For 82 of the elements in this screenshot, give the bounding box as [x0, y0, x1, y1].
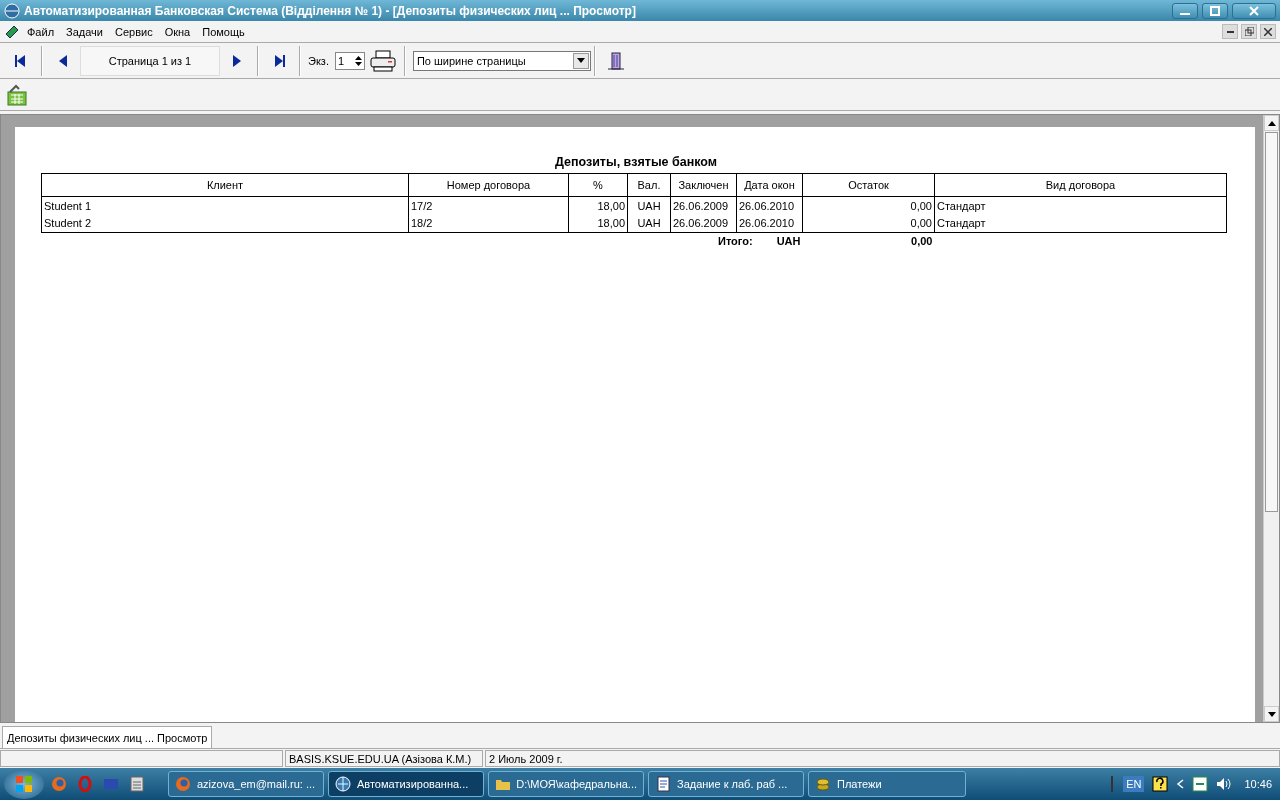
dropdown-arrow-icon	[576, 58, 585, 63]
browser-icon	[175, 776, 191, 792]
table-cell: 26.06.2009	[670, 214, 737, 233]
next-page-icon	[231, 53, 243, 68]
total-currency: UAH	[776, 235, 801, 247]
table-cell: 17/2	[408, 196, 569, 215]
column-header: Номер договора	[408, 173, 569, 197]
maximize-button[interactable]	[1202, 2, 1228, 19]
first-page-icon	[15, 53, 27, 68]
total-amount: 0,00	[802, 232, 935, 249]
help-icon[interactable]	[1152, 776, 1169, 792]
menu-item[interactable]: Задачи	[61, 25, 108, 38]
app-globe-icon	[4, 2, 20, 19]
menu-item[interactable]: Окна	[159, 25, 196, 38]
clock: 10:46	[1244, 778, 1272, 790]
status-panel: 2 Июль 2009 г.	[485, 750, 1280, 767]
menu-item[interactable]: Файл	[22, 25, 60, 38]
column-header: %	[568, 173, 628, 197]
minimize-icon	[1180, 12, 1190, 15]
table-cell: UAH	[627, 196, 671, 215]
restore-button[interactable]	[1241, 24, 1257, 39]
status-panel: BASIS.KSUE.EDU.UA (Азізова К.М.)	[285, 750, 483, 767]
table-cell: Стандарт	[934, 196, 1227, 215]
scroll-down-arrow-icon	[1267, 711, 1276, 717]
document-icon	[655, 776, 671, 792]
column-header: Клиент	[41, 173, 409, 197]
app-ticket-icon	[4, 23, 20, 40]
table-cell: 18/2	[408, 214, 569, 233]
close-icon	[1264, 27, 1272, 36]
table-cell: Student 1	[41, 196, 409, 215]
table-cell: Student 2	[41, 214, 409, 233]
close-icon	[1249, 5, 1259, 16]
taskbar-button[interactable]: D:\МОЯ\кафедральна...	[488, 771, 644, 797]
report-title: Депозиты, взятые банком	[553, 155, 719, 169]
close-button[interactable]	[1232, 2, 1276, 19]
language-indicator[interactable]: EN	[1123, 776, 1145, 792]
total-label: Итого:	[717, 235, 753, 247]
table-cell: Стандарт	[934, 214, 1227, 233]
door-icon	[606, 50, 625, 71]
column-header: Дата окон	[736, 173, 803, 197]
vertical-scrollbar[interactable]	[1263, 115, 1279, 722]
minimize-button[interactable]	[1172, 2, 1198, 19]
copies-label: Экз.	[308, 54, 329, 67]
printer-icon	[369, 49, 396, 72]
table-cell: 0,00	[802, 214, 935, 233]
window-title: Автоматизированная Банковская Система (Відділення № 1) - [Депозиты физических лиц ... Просмотр]	[24, 3, 637, 18]
taskbar-button[interactable]: Задание к лаб. раб ...	[648, 771, 804, 797]
minimize-button[interactable]	[1222, 24, 1238, 39]
page-indicator: Страница 1 из 1	[80, 45, 220, 76]
restore-icon	[1244, 27, 1254, 36]
previous-page-icon	[57, 53, 69, 68]
close-button[interactable]	[1260, 24, 1276, 39]
globe-icon	[335, 776, 351, 792]
chevron-icon[interactable]	[1176, 779, 1185, 789]
start-button[interactable]	[4, 769, 44, 799]
taskbar-button[interactable]: Автоматизированна...	[328, 771, 484, 797]
table-cell: 18,00	[568, 196, 628, 215]
table-cell: 18,00	[568, 214, 628, 233]
copies-spinner[interactable]: 1	[334, 51, 365, 70]
column-header: Остаток	[802, 173, 935, 197]
zoom-dropdown[interactable]: По ширине страницы	[412, 50, 591, 71]
table-cell: UAH	[627, 214, 671, 233]
column-header: Заключен	[670, 173, 737, 197]
menu-item[interactable]: Сервис	[110, 25, 158, 38]
taskbar-button[interactable]: Платежи	[808, 771, 966, 797]
column-header: Вал.	[627, 173, 671, 197]
table-cell: 26.06.2010	[736, 196, 803, 215]
maximize-icon	[1210, 5, 1220, 16]
speaker-icon[interactable]	[1216, 776, 1233, 792]
windows-logo-icon	[15, 775, 33, 793]
column-header: Вид договора	[934, 173, 1227, 197]
spreadsheet-icon	[6, 83, 28, 106]
table-cell: 26.06.2009	[670, 196, 737, 215]
last-page-icon	[273, 53, 285, 68]
menu-item[interactable]: Помощь	[197, 25, 250, 38]
table-cell: 0,00	[802, 196, 935, 215]
minimize-icon	[1226, 30, 1234, 33]
coins-icon	[815, 776, 831, 792]
taskbar-button[interactable]: azizova_em@mail.ru: ...	[168, 771, 324, 797]
document-tab[interactable]: Депозиты физических лиц ... Просмотр	[2, 726, 213, 748]
scroll-up-arrow-icon	[1267, 120, 1276, 126]
table-cell: 26.06.2010	[736, 214, 803, 233]
